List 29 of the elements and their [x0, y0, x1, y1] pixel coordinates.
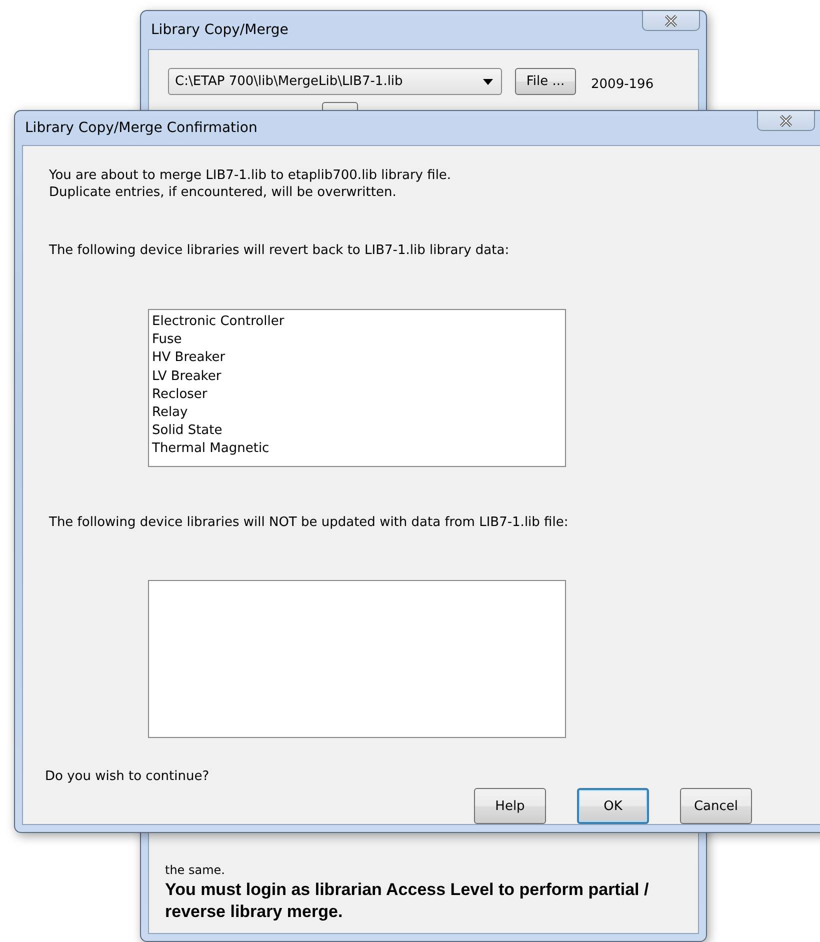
window-title: Library Copy/Merge Confirmation: [25, 120, 258, 136]
list-item[interactable]: Solid State: [152, 422, 562, 440]
list-item[interactable]: Electronic Controller: [152, 313, 562, 332]
dialog-button[interactable]: Cancel: [680, 788, 752, 824]
close-button[interactable]: [757, 111, 815, 131]
file-button[interactable]: File ...: [515, 68, 576, 95]
warning-text: the same.: [165, 863, 226, 877]
login-note: You must login as librarian Access Level to perform partial / reverse library merge.: [165, 879, 650, 923]
message-line: You are about to merge LIB7-1.lib to etaplib700.lib library file.: [49, 167, 452, 184]
list-item[interactable]: Fuse: [152, 331, 562, 350]
revert-list[interactable]: Electronic Controller Fuse HV Breaker LV Breaker Recloser Relay Solid State Thermal Magnetic: [148, 309, 566, 467]
dialog-button[interactable]: OK: [577, 788, 649, 824]
list-item[interactable]: Relay: [152, 404, 562, 422]
revert-label: The following device libraries will revert back to LIB7-1.lib library data:: [49, 242, 510, 259]
dropdown-arrow-icon: [483, 78, 493, 84]
close-icon: [664, 14, 678, 26]
dialog-button[interactable]: Help: [474, 788, 546, 824]
message-line: Duplicate entries, if encountered, will be overwritten.: [49, 184, 398, 201]
not-updated-label: The following device libraries will NOT be updated with data from LIB7-1.lib file:: [49, 514, 570, 531]
library-header-label: 2009-196: [591, 77, 654, 92]
close-icon: [779, 114, 793, 126]
library-path-dropdown[interactable]: C:\ETAP 700\lib\MergeLib\LIB7-1.lib: [168, 68, 502, 95]
window-title: Library Copy/Merge: [151, 22, 290, 38]
list-item[interactable]: LV Breaker: [152, 368, 562, 386]
list-item[interactable]: Thermal Magnetic: [152, 440, 562, 459]
list-item[interactable]: Recloser: [152, 386, 562, 404]
close-button[interactable]: [642, 11, 700, 31]
list-item[interactable]: HV Breaker: [152, 349, 562, 368]
continue-question: Do you wish to continue?: [45, 768, 210, 785]
